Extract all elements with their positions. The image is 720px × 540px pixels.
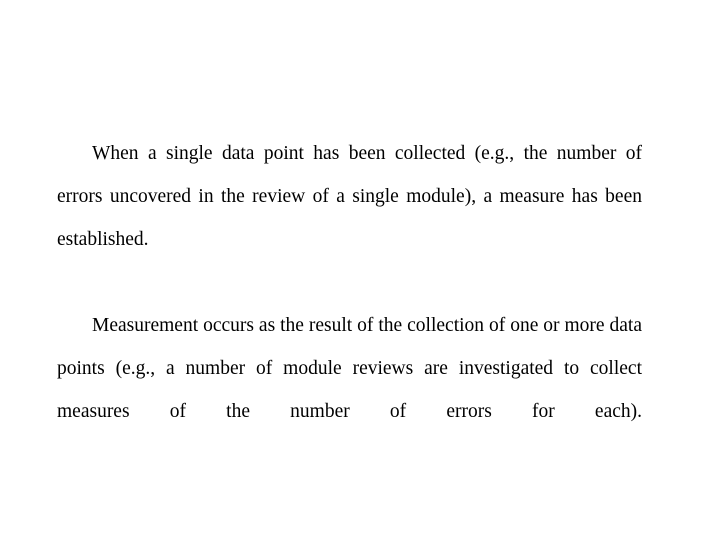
paragraph-measurement: Measurement occurs as the result of the … [57,315,642,422]
paragraph-measure: When a single data point has been collec… [57,143,642,250]
slide-canvas: When a single data point has been collec… [0,0,720,540]
slide-text-body: When a single data point has been collec… [57,132,642,476]
